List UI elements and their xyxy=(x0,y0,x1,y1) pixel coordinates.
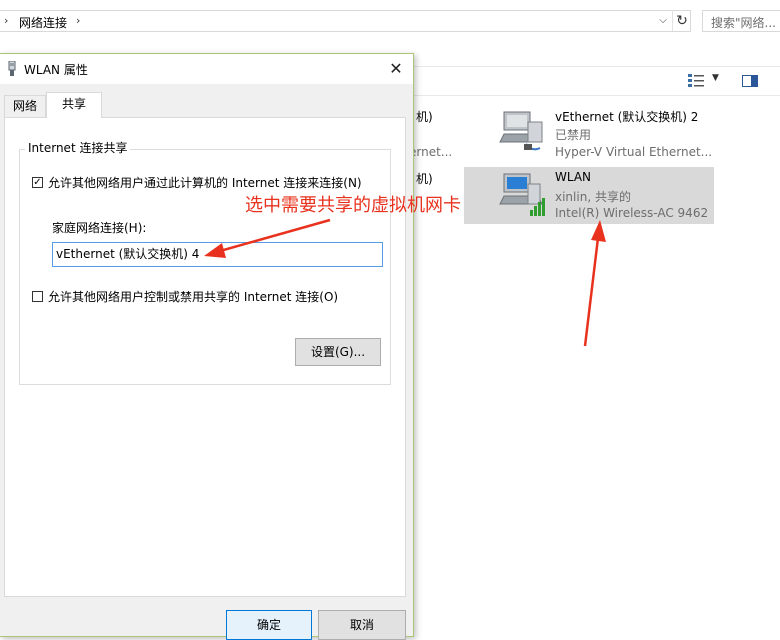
ok-button[interactable]: 确定 xyxy=(226,610,312,640)
view-options-icon[interactable] xyxy=(688,74,704,88)
home-network-label: 家庭网络连接(H): xyxy=(52,221,147,235)
tab-network[interactable]: 网络 xyxy=(4,95,46,117)
breadcrumb-network-connections[interactable]: 网络连接 xyxy=(19,14,67,31)
search-placeholder: 搜索"网络... xyxy=(711,16,776,30)
wlan-properties-dialog: WLAN 属性 ✕ 网络 共享 Internet 连接共享 ✓ 允许其他网络用户… xyxy=(0,53,414,640)
dialog-titlebar[interactable]: WLAN 属性 ✕ xyxy=(0,54,413,84)
adapter-status: xinlin, 共享的 xyxy=(555,190,631,204)
refresh-icon[interactable]: ↻ xyxy=(672,11,691,31)
adapter-name[interactable]: WLAN xyxy=(555,170,591,184)
close-icon[interactable]: ✕ xyxy=(383,57,409,81)
ethernet-adapter-icon[interactable] xyxy=(498,108,550,158)
adapter-device: Intel(R) Wireless-AC 9462 xyxy=(555,206,709,220)
cancel-button[interactable]: 取消 xyxy=(318,610,406,640)
ics-group-title: Internet 连接共享 xyxy=(25,139,131,156)
partial-adapter-name[interactable]: 机) xyxy=(416,108,433,125)
allow-share-checkbox[interactable]: ✓ xyxy=(32,177,43,188)
home-network-select[interactable]: vEthernet (默认交换机) 4 xyxy=(52,242,383,267)
allow-share-label[interactable]: 允许其他网络用户通过此计算机的 Internet 连接来连接(N) xyxy=(48,174,362,191)
preview-pane-icon[interactable] xyxy=(742,75,758,87)
chevron-right-icon[interactable]: › xyxy=(76,14,80,27)
view-dropdown-icon[interactable]: ▼ xyxy=(712,73,719,83)
partial-adapter-name[interactable]: 机) xyxy=(416,170,433,187)
arrow-to-wlan-adapter xyxy=(583,220,606,347)
chevron-down-icon[interactable]: ⌵ xyxy=(656,13,670,29)
explorer-toolbar: ▼ xyxy=(414,66,780,96)
allow-control-checkbox[interactable] xyxy=(32,291,43,302)
adapter-device: Hyper-V Virtual Ethernet... xyxy=(555,145,713,159)
settings-button[interactable]: 设置(G)... xyxy=(295,338,381,366)
dialog-title: WLAN 属性 xyxy=(24,63,88,77)
sharing-tab-panel: Internet 连接共享 ✓ 允许其他网络用户通过此计算机的 Internet… xyxy=(4,117,406,597)
partial-adapter-device: ernet... xyxy=(409,145,453,159)
allow-control-label[interactable]: 允许其他网络用户控制或禁用共享的 Internet 连接(O) xyxy=(48,288,338,305)
checkmark-icon: ✓ xyxy=(33,177,42,188)
annotation-text: 选中需要共享的虚拟机网卡 xyxy=(245,195,461,216)
address-bar[interactable]: › 网络连接 › ⌵ ↻ xyxy=(0,10,691,32)
search-input[interactable]: 搜索"网络... xyxy=(702,10,780,32)
adapter-name[interactable]: vEthernet (默认交换机) 2 xyxy=(555,108,698,125)
tab-sharing[interactable]: 共享 xyxy=(46,92,102,118)
chevron-right-icon[interactable]: › xyxy=(4,14,8,27)
adapter-status: 已禁用 xyxy=(555,128,592,142)
wireless-adapter-icon[interactable] xyxy=(498,170,550,220)
network-adapter-icon xyxy=(8,61,16,76)
